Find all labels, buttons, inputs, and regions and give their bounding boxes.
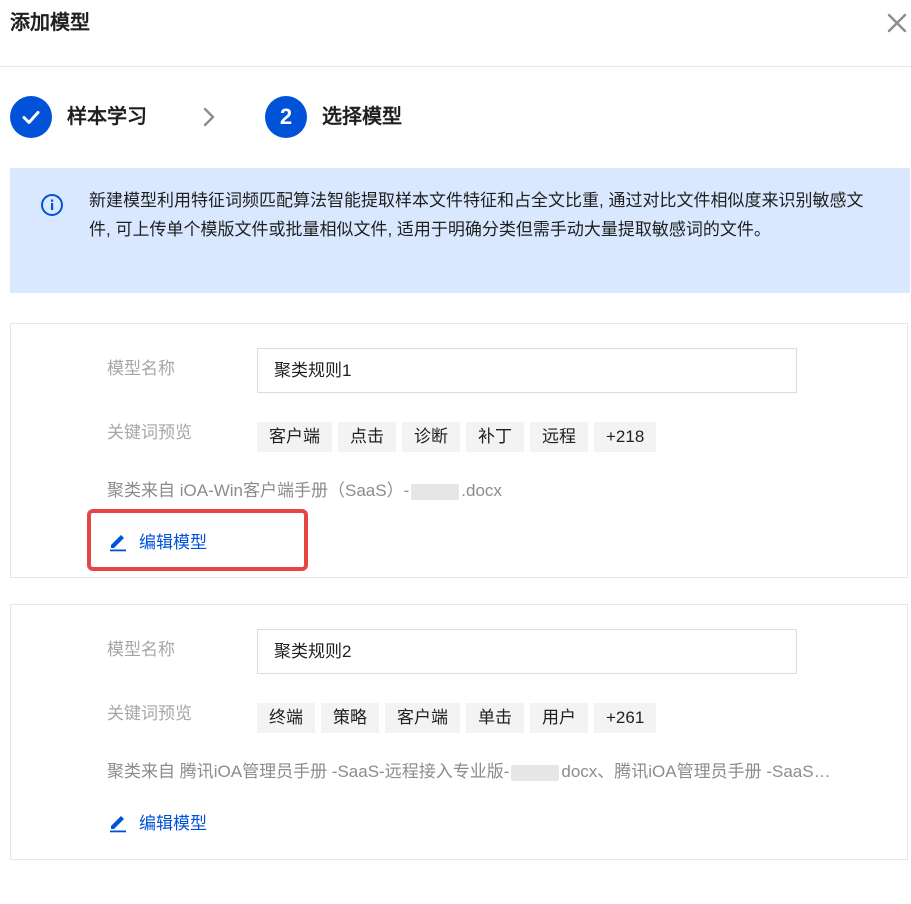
cluster-source: 聚类来自 iOA-Win客户端手册（SaaS）- .docx: [107, 479, 887, 503]
dialog-header: 添加模型: [0, 0, 911, 67]
redacted-block: [511, 764, 560, 781]
keyword-more-count[interactable]: +218: [594, 422, 657, 452]
cluster-source-label: 聚类来自: [107, 762, 175, 781]
keyword-tags: 客户端 点击 诊断 补丁 远程 +218: [257, 422, 657, 452]
dialog-title: 添加模型: [10, 12, 90, 34]
step-done-check-icon: [10, 96, 52, 138]
keyword-tag: 远程: [530, 422, 588, 452]
keyword-tag: 客户端: [257, 422, 332, 452]
keyword-tag: 策略: [321, 703, 379, 733]
edit-pencil-icon: [110, 815, 126, 832]
alert-text: 新建模型利用特征词频匹配算法智能提取样本文件特征和占全文比重, 通过对比文件相似…: [89, 191, 864, 239]
keyword-more-count[interactable]: +261: [594, 703, 657, 733]
keyword-tags: 终端 策略 客户端 单击 用户 +261: [257, 703, 657, 733]
model-card-2: 模型名称 聚类规则2 关键词预览 终端 策略 客户端 单击 用户 +261 聚类…: [10, 604, 908, 860]
cluster-source-file-b: docx、腾讯iOA管理员手册 -SaaS…: [561, 762, 831, 781]
cluster-source-label: 聚类来自: [107, 481, 175, 500]
keyword-tag: 补丁: [466, 422, 524, 452]
cluster-source-file-a: 腾讯iOA管理员手册 -SaaS-远程接入专业版-: [179, 762, 510, 781]
model-name-label: 模型名称: [107, 359, 175, 378]
info-icon: [40, 193, 64, 217]
keywords-label: 关键词预览: [107, 704, 192, 723]
keyword-tag: 单击: [466, 703, 524, 733]
keywords-label: 关键词预览: [107, 423, 192, 442]
edit-model-button[interactable]: 编辑模型: [107, 809, 207, 834]
cluster-source-file-b: .docx: [461, 481, 502, 500]
step-number-badge: 2: [265, 96, 307, 138]
keyword-tag: 终端: [257, 703, 315, 733]
keyword-tag: 诊断: [402, 422, 460, 452]
step-label-sample-learning: 样本学习: [67, 106, 147, 128]
edit-model-label: 编辑模型: [139, 814, 207, 833]
chevron-right-icon: [198, 106, 220, 128]
cluster-source-file-a: iOA-Win客户端手册（SaaS）-: [179, 481, 410, 500]
keyword-tag: 点击: [338, 422, 396, 452]
model-name-label: 模型名称: [107, 640, 175, 659]
model-name-input[interactable]: 聚类规则1: [257, 348, 797, 393]
model-name-input[interactable]: 聚类规则2: [257, 629, 797, 674]
close-icon[interactable]: [884, 10, 910, 36]
info-alert: 新建模型利用特征词频匹配算法智能提取样本文件特征和占全文比重, 通过对比文件相似…: [10, 168, 910, 293]
highlight-box: [87, 509, 308, 571]
keyword-tag: 客户端: [385, 703, 460, 733]
step-label-select-model: 选择模型: [322, 106, 402, 128]
redacted-block: [411, 483, 460, 500]
cluster-source: 聚类来自 腾讯iOA管理员手册 -SaaS-远程接入专业版-docx、腾讯iOA…: [107, 760, 887, 784]
keyword-tag: 用户: [530, 703, 588, 733]
